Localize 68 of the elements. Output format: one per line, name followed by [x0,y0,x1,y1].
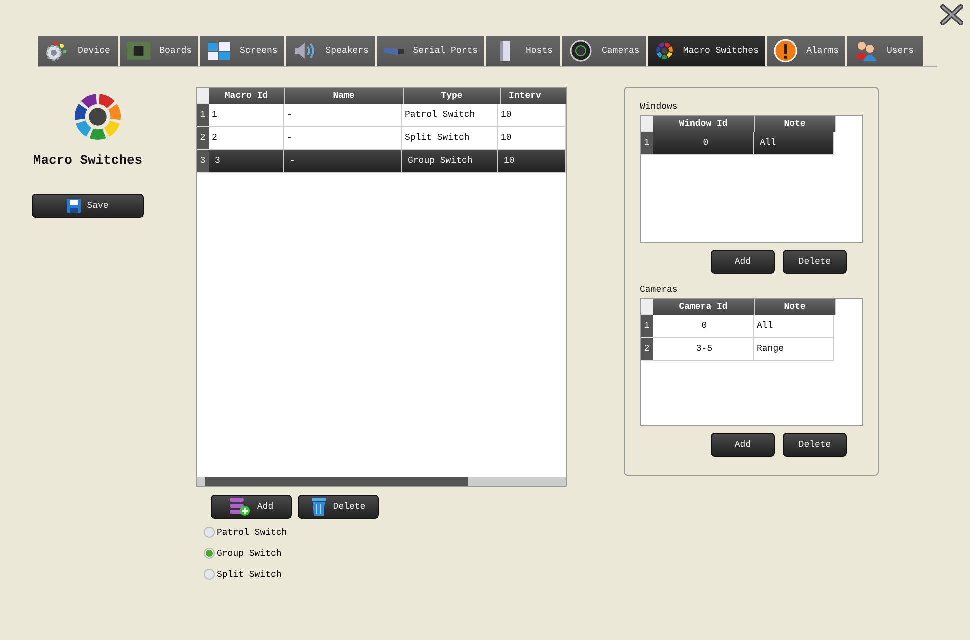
table-cell[interactable]: - [284,104,402,127]
table-cell[interactable]: 1 [209,104,284,127]
row-number: 2 [197,127,209,150]
nav-tab[interactable]: Alarms [767,36,845,66]
column-header[interactable]: Window Id [653,116,755,132]
color-wheel-logo-icon [72,93,124,141]
table-cell[interactable]: Group Switch [402,150,498,173]
nav-tab[interactable]: Speakers [286,36,375,66]
table-cell[interactable]: Range [754,338,834,361]
radio-option[interactable]: Split Switch [204,569,624,580]
table-cell[interactable]: All [754,132,834,155]
radio-button[interactable] [204,548,215,559]
radio-button[interactable] [204,527,215,538]
table-cell[interactable]: All [754,315,834,338]
column-header[interactable]: Camera Id [653,299,755,315]
trash-can-icon [311,497,328,517]
table-cell[interactable]: Patrol Switch [402,104,498,127]
nav-tab[interactable]: Boards [120,36,198,66]
delete-button[interactable]: Delete [298,495,379,519]
close-icon[interactable] [940,4,964,26]
column-header[interactable]: Note [755,299,836,315]
save-button[interactable]: Save [32,194,144,218]
column-header[interactable]: Type [404,88,501,104]
row-number: 1 [197,104,209,127]
row-number: 2 [641,338,653,361]
horizontal-scrollbar[interactable] [197,477,566,486]
section-label: Windows [640,102,678,112]
section-label: Cameras [640,285,678,295]
radio-button[interactable] [204,569,215,580]
nav-tab[interactable]: Serial Ports [377,36,484,66]
color-wheel-icon [654,40,676,62]
column-header[interactable]: Note [755,116,836,132]
warning-icon [773,39,799,63]
table-cell[interactable]: 3-5 [653,338,754,361]
row-number: 3 [197,150,209,173]
table-cell[interactable]: - [284,150,402,173]
delete-button[interactable]: Delete [783,250,847,274]
add-button[interactable]: Add [211,495,292,519]
corner-header[interactable] [641,299,653,315]
window-panes-icon [206,40,232,62]
column-header[interactable]: Name [285,88,404,104]
table-cell[interactable]: 10 [498,150,566,173]
nav-tab[interactable]: Hosts [486,36,560,66]
corner-header[interactable] [197,88,209,104]
row-number: 1 [641,315,653,338]
page-title: Macro Switches [33,153,143,168]
table-cell[interactable]: 10 [498,104,566,127]
camera-lens-icon [568,40,594,62]
delete-button[interactable]: Delete [783,433,847,457]
nav-tab[interactable]: Macro Switches [648,36,765,66]
column-header[interactable]: Macro Id [209,88,285,104]
nav-tab[interactable]: Users [847,36,923,66]
add-button[interactable]: Add [711,250,775,274]
table-cell[interactable]: 0 [653,315,754,338]
radio-option[interactable]: Group Switch [204,548,624,559]
nav-tab[interactable]: Cameras [562,36,646,66]
column-header[interactable]: Interv [501,88,566,104]
circuit-board-icon [126,40,152,62]
table-cell[interactable]: 0 [653,132,754,155]
users-icon [853,40,879,62]
corner-header[interactable] [641,116,653,132]
nav-tab[interactable]: Screens [200,36,284,66]
row-number: 1 [641,132,653,155]
radio-option[interactable]: Patrol Switch [204,527,624,538]
add-button[interactable]: Add [711,433,775,457]
table-cell[interactable]: 3 [209,150,284,173]
add-list-icon [229,497,252,517]
nav-tab[interactable]: Device [38,36,118,66]
